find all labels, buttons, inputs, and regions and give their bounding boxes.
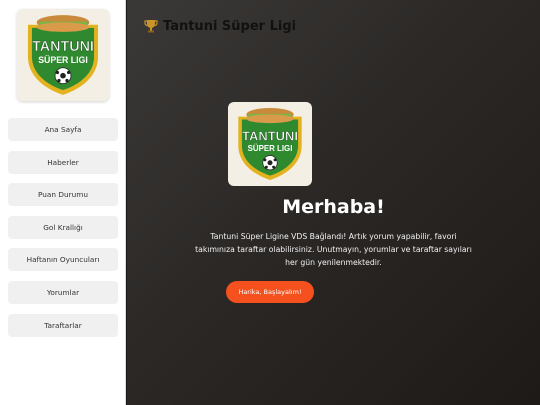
sidebar-item-label: Haftanın Oyuncuları [26,255,100,265]
sidebar-item-puan-durumu[interactable]: Puan Durumu [8,183,118,207]
sidebar-nav: Ana Sayfa Haberler Puan Durumu Gol Krall… [8,118,118,346]
sidebar-item-taraftarlar[interactable]: Taraftarlar [8,313,118,337]
start-button[interactable]: Harika, Başlayalım! [226,281,314,303]
logo-text-line2: SÜPER LIGI [38,55,88,65]
welcome-logo: TANTUNI SÜPER LIGI [228,102,312,186]
sidebar-item-haberler[interactable]: Haberler [8,150,118,174]
page-title: Tantuni Süper Ligi [163,18,297,34]
sidebar: TANTUNI SÜPER LIGI Ana Sayfa Haberler Pu… [0,0,126,405]
page-header: Tantuni Süper Ligi [143,18,296,34]
sidebar-item-label: Taraftarlar [44,320,82,330]
sidebar-item-label: Haberler [47,157,79,167]
logo-text-line1: TANTUNI [32,39,94,55]
logo-text-line1: TANTUNI [242,128,298,143]
shield-logo-icon: TANTUNI SÜPER LIGI [27,15,99,95]
sidebar-item-ana-sayfa[interactable]: Ana Sayfa [8,118,118,141]
welcome-message-line: takımınıza taraftar olabilirsiniz. Unutm… [195,245,472,254]
logo-text-line2: SÜPER LIGI [248,144,293,153]
welcome-heading: Merhaba! [282,196,385,218]
league-logo[interactable]: TANTUNI SÜPER LIGI [17,9,109,101]
sidebar-item-yorumlar[interactable]: Yorumlar [8,280,118,304]
sidebar-item-label: Yorumlar [46,287,80,297]
welcome-message-line: her gün yenilenmektedir. [285,258,382,267]
sidebar-item-label: Gol Krallığı [43,222,83,232]
sidebar-item-gol-kralligi[interactable]: Gol Krallığı [8,215,118,239]
shield-logo-icon: TANTUNI SÜPER LIGI [238,108,302,180]
sidebar-item-label: Ana Sayfa [44,125,82,134]
trophy-icon [144,20,158,33]
sidebar-item-haftanin-oyunculari[interactable]: Haftanın Oyuncuları [8,248,118,272]
main-content-overlay: Tantuni Süper Ligi TANTUNI SÜPER LIGI Me… [127,0,540,405]
welcome-message: Tantuni Süper Ligine VDS Bağlandı! Artık… [127,230,540,269]
welcome-message-line: Tantuni Süper Ligine VDS Bağlandı! Artık… [210,232,457,241]
sidebar-item-label: Puan Durumu [38,190,88,200]
